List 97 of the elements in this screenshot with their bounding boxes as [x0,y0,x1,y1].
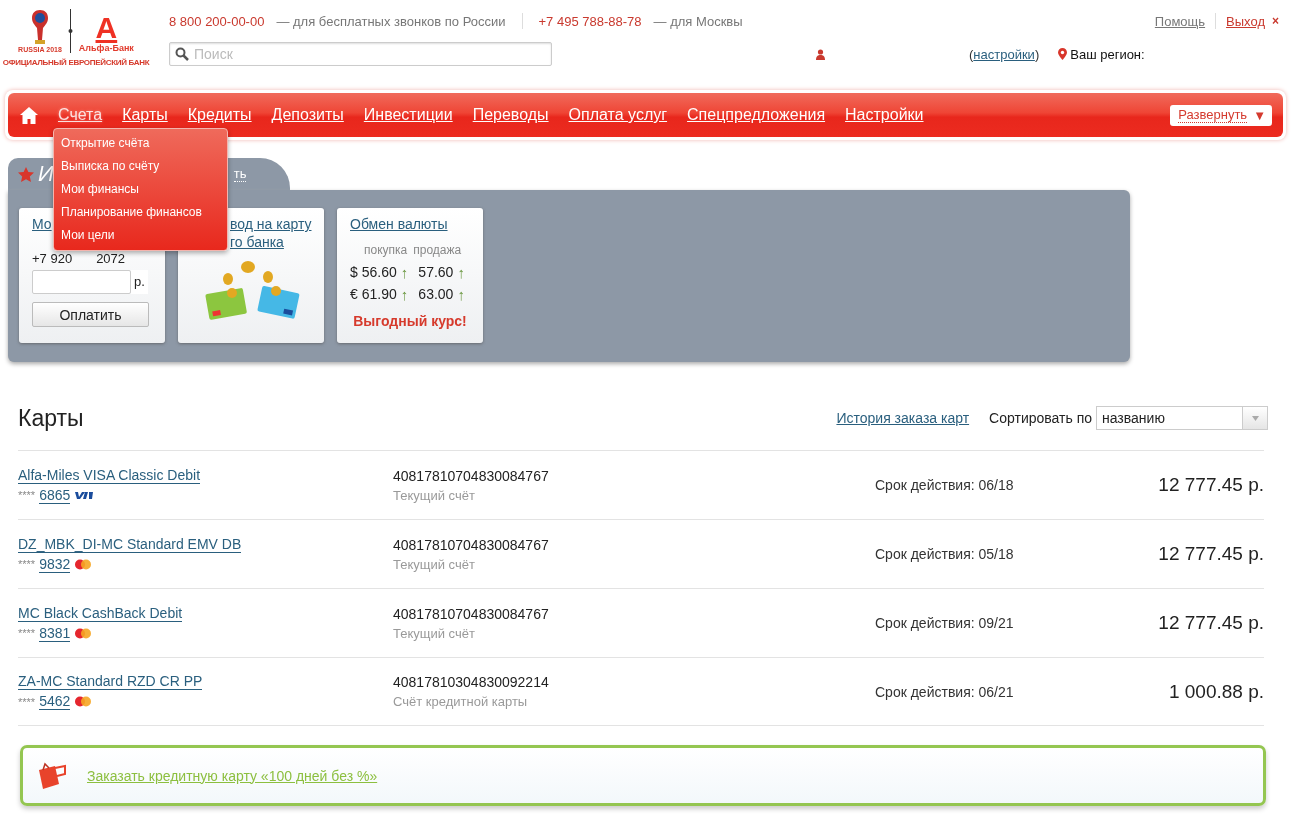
rate-arrow: ↑ [400,263,409,281]
paren-text: ( [969,46,974,62]
menu-item[interactable]: Оплата услуг [568,106,668,124]
location-pin-icon [1058,48,1068,60]
rate-arrow: ↑ [457,263,465,281]
currency-symbol: $ [350,264,358,280]
account-number: 40817810704830084767 [393,467,550,484]
card-number-link[interactable]: 6865 [39,486,71,504]
card-number-link[interactable]: 9832 [39,555,71,573]
widget-title-link[interactable]: Обмен валюты [350,215,448,233]
card-name-link[interactable]: Alfa-Miles VISA Classic Debit [18,466,201,484]
expiry-date: Срок действия: 06/18 [875,477,1014,493]
account-type: Счёт кредитной карты [393,694,529,709]
sort-label: Сортировать по [989,410,1092,426]
expiry-date: Срок действия: 06/21 [875,683,1014,700]
currency-symbol: € [350,286,358,302]
card-balance: 1 000.88 р. [1168,680,1264,703]
paren-text: ) [1034,46,1040,62]
sell-rate: 63.00 [418,286,454,302]
expiry-date: Срок действия: 09/21 [875,615,1014,631]
account-number: 40817810304830092214 [393,674,550,690]
history-link[interactable]: История заказа карт [836,410,970,426]
menu-item[interactable]: Депозиты [271,106,344,124]
menu-item[interactable]: Кредиты [187,106,252,124]
search-field[interactable]: Поиск [169,42,552,66]
account-type: Текущий счёт [393,556,476,572]
caret-icon [1251,415,1259,421]
home-icon[interactable] [20,106,38,124]
account-type: Текущий счёт [393,487,476,503]
card-mask: **** [18,695,36,708]
card-balance: 12 777.45 р. [1158,543,1264,565]
phone-note: — для бесплатных звонков по России [276,13,506,29]
dropdown-item[interactable]: Планирование финансов [54,201,227,224]
menu-item[interactable]: Настройки [845,106,924,124]
divider-icon [67,9,73,53]
card-balance: 12 777.45 р. [1158,474,1264,496]
section-title: Карты [18,404,84,432]
card-name-link[interactable]: DZ_MBK_DI-MC Standard EMV DB [18,535,242,553]
menu-item[interactable]: Счета [58,106,103,124]
rate-arrow: ↑ [400,285,409,303]
card-name-link[interactable]: ZA-MC Standard RZD CR PP [18,673,203,690]
help-link[interactable]: Помощь [1154,13,1206,29]
widget-title-link[interactable]: вод на карту [230,215,312,233]
menu-item[interactable]: Инвестиции [363,106,453,124]
card-number-link[interactable]: 8381 [39,624,71,642]
dropdown-item[interactable]: Мои финансы [54,178,227,201]
settings-link[interactable]: настройки [973,46,1035,62]
dropdown-item[interactable]: Выписка по счёту [54,155,227,178]
card-number-link[interactable]: 5462 [39,693,71,710]
expand-button[interactable]: Развернуть ▼ [1170,104,1272,126]
account-type: Текущий счёт [393,625,476,641]
widgets-title: И [38,161,54,187]
sell-rate: 57.60 [418,264,454,280]
currency-label: р. [131,270,148,294]
expiry-date: Срок действия: 05/18 [875,546,1014,562]
card-mask: **** [18,558,36,570]
shopping-bag-icon [37,761,69,790]
mastercard-logo [74,558,93,570]
phone-note: — для Москвы [653,13,743,29]
sort-select[interactable]: названию [1096,406,1268,430]
account-number: 40817810704830084767 [393,536,550,553]
card-name-link[interactable]: MC Black CashBack Debit [18,604,183,622]
pay-button[interactable]: Оплатить [32,302,149,327]
column-header: покупка [364,243,408,257]
phone-start: +7 920 [32,251,73,266]
buy-rate: 56.60 [361,264,397,280]
menu-item[interactable]: Спецпредложения [687,106,826,124]
phone-number: 8 800 200-00-00 [169,13,265,29]
search-icon [175,47,189,61]
widget-title-link[interactable]: го банка [230,233,284,251]
card-balance: 12 777.45 р. [1158,612,1264,634]
card-mask: **** [18,627,36,639]
logout-mark[interactable]: × [1272,14,1279,28]
amount-field[interactable] [32,270,131,294]
mastercard-logo [74,627,93,639]
menu-item[interactable]: Карты [122,106,168,124]
menu-item[interactable]: Переводы [472,106,549,124]
region-label: Ваш регион: [1070,46,1145,62]
column-header: продажа [413,243,462,257]
rate-arrow: ↑ [457,285,465,303]
phone-number: +7 495 788-88-78 [538,13,642,29]
widgets-edit-link[interactable]: ть [233,166,247,182]
phone-end: 2072 [96,251,126,266]
card-mask: **** [18,489,36,501]
dropdown-item[interactable]: Мои цели [54,224,227,247]
mastercard-logo [74,696,93,707]
buy-rate: 61.90 [361,286,397,302]
star-icon [18,166,34,182]
account-number: 40817810704830084767 [393,605,550,622]
promo-text: Выгодный курс! [353,313,467,329]
user-icon [816,48,825,60]
bank-logo-letter: А [95,13,118,43]
widget-title-link[interactable]: Мо [32,215,52,233]
logout-link[interactable]: Выход [1226,13,1265,29]
bank-tagline: ОФИЦИАЛЬНЫЙ ЕВРОПЕЙСКИЙ БАНК [2,58,150,67]
dropdown-item[interactable]: Открытие счёта [54,132,227,155]
bank-name: Альфа-Банк [78,43,134,53]
